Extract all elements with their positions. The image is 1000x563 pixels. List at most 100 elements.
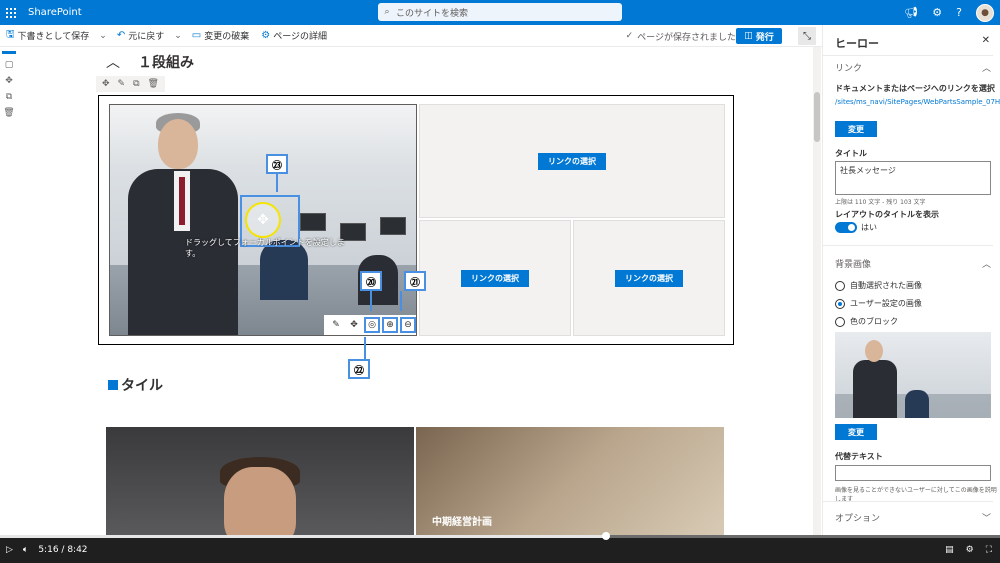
scrollbar-thumb[interactable] [814, 92, 820, 142]
tile-heading-text: タイル [121, 378, 163, 394]
undo-dropdown-chevron-icon[interactable]: ⌄ [170, 31, 186, 41]
save-draft-label: 下書きとして保存 [17, 32, 90, 42]
collapse-section-icon[interactable]: ︿ [106, 52, 120, 72]
background-image-preview [835, 332, 991, 418]
section-header: ︿ １段組み [106, 52, 194, 72]
video-time: 5:16 / 8:42 [38, 545, 88, 555]
callout-21: ㉑ [404, 271, 426, 291]
title-char-hint: 上限は 110 文字 - 残り 103 文字 [835, 199, 926, 206]
active-indicator [2, 51, 16, 54]
video-control-bar: ▷ 🔈︎ 5:16 / 8:42 ▤ ⚙ ⛶ [0, 532, 1000, 563]
property-pane: ヒーロー ✕ リンク ︿ ドキュメントまたはページへのリンクを選択 /sites… [822, 25, 1000, 537]
volume-icon[interactable]: 🔈︎ [23, 545, 28, 555]
search-placeholder: このサイトを検索 [396, 8, 469, 19]
save-status-text: ページが保存されました [637, 32, 736, 43]
captions-icon[interactable]: ▤ [945, 545, 954, 555]
background-section-header[interactable]: 背景画像 ︿ [835, 257, 991, 270]
undo-button[interactable]: ↶ 元に戻す [111, 29, 170, 42]
hero-tile-3: リンクの選択 [573, 220, 725, 336]
focal-point-icon[interactable]: ◎ [364, 317, 380, 333]
options-section-header[interactable]: オプション ﹀ [835, 511, 991, 524]
edit-icon[interactable]: ✎ [328, 317, 344, 333]
play-icon[interactable]: ▷ [6, 545, 13, 555]
search-box[interactable]: ⌕ このサイトを検索 [378, 3, 622, 21]
vertical-scrollbar[interactable] [813, 47, 821, 537]
change-link-button[interactable]: 変更 [835, 121, 877, 137]
search-icon: ⌕ [384, 7, 390, 17]
video-progress-knob[interactable] [602, 532, 610, 540]
gear-icon: ⚙ [261, 30, 271, 41]
trash-icon[interactable]: 🗑︎ [148, 79, 159, 89]
radio-button[interactable] [835, 280, 845, 291]
publish-icon: ◫ [744, 31, 753, 41]
select-link-button[interactable]: リンクの選択 [615, 269, 683, 287]
save-draft-button[interactable]: 🖫︎ 下書きとして保存 [0, 27, 95, 44]
video-current-time: 5:16 [38, 545, 59, 555]
link-label: ドキュメントまたはページへのリンクを選択 [835, 84, 995, 93]
help-icon[interactable]: ? [956, 6, 962, 19]
radio-custom-image[interactable]: ユーザー設定の画像 [835, 298, 922, 309]
video-total-time: 8:42 [67, 545, 88, 555]
move-icon[interactable]: ✥ [102, 79, 110, 89]
close-icon[interactable]: ✕ [982, 35, 990, 46]
radio-button[interactable] [835, 316, 845, 327]
trash-icon[interactable]: 🗑︎ [3, 108, 14, 118]
zoom-out-icon[interactable]: ⊖ [400, 317, 416, 333]
command-bar: 🖫︎ 下書きとして保存 ⌄ ↶ 元に戻す ⌄ ▭ 変更の破棄 ⚙ ページの詳細 … [0, 25, 822, 47]
discard-label: 変更の破棄 [204, 32, 250, 42]
undo-icon: ↶ [116, 30, 126, 41]
title-label: タイトル [835, 149, 867, 158]
tile-image-plan[interactable]: 中期経営計画 [416, 427, 724, 537]
tile-image-portrait[interactable] [106, 427, 414, 537]
duplicate-icon[interactable]: ⧉ [133, 79, 139, 89]
select-link-button[interactable]: リンクの選択 [538, 152, 606, 170]
edit-icon[interactable]: ✎ [118, 79, 126, 89]
discard-changes-button[interactable]: ▭ 変更の破棄 [186, 29, 255, 42]
layout-title-toggle[interactable]: はい [835, 222, 877, 233]
hero-tile-1: リンクの選択 [419, 104, 725, 218]
left-toolbar: ▢ ✥ ⧉ 🗑︎ [0, 47, 18, 537]
page-details-label: ページの詳細 [273, 32, 328, 42]
title-input[interactable]: 社長メッセージ [835, 161, 991, 195]
select-link-button[interactable]: リンクの選択 [461, 269, 529, 287]
comment-icon[interactable]: ▢ [5, 60, 14, 70]
heading-bullet-icon [108, 380, 118, 390]
megaphone-icon[interactable]: 📢︎ [904, 6, 918, 19]
collapse-pane-icon[interactable]: ⤡ [798, 27, 816, 45]
undo-label: 元に戻す [128, 32, 165, 42]
checkmark-icon: ✓ [625, 31, 634, 41]
chevron-down-icon: ﹀ [981, 514, 991, 524]
pane-title: ヒーロー [835, 37, 879, 50]
image-toolbar: ✎ ✥ ◎ ⊕ ⊖ [324, 315, 416, 335]
chevron-up-icon: ︿ [981, 64, 991, 74]
fullscreen-icon[interactable]: ⛶ [986, 545, 992, 555]
move-icon[interactable]: ✥ [346, 317, 362, 333]
radio-color-block[interactable]: 色のブロック [835, 316, 898, 327]
tile-section-heading: タイル [108, 375, 163, 395]
video-progress-bar[interactable] [0, 532, 1000, 540]
duplicate-icon[interactable]: ⧉ [6, 92, 12, 102]
layout-title-label: レイアウトのタイトルを表示 [835, 210, 939, 219]
tile-caption: 中期経営計画 [432, 517, 492, 528]
zoom-in-icon[interactable]: ⊕ [382, 317, 398, 333]
alt-text-input[interactable] [835, 465, 991, 481]
radio-auto-image[interactable]: 自動選択された画像 [835, 280, 922, 291]
link-url[interactable]: /sites/ms_navi/SitePages/WebPartsSample_… [835, 97, 1000, 107]
app-launcher-icon[interactable] [0, 0, 22, 25]
link-section-header[interactable]: リンク ︿ [835, 61, 991, 74]
settings-icon[interactable]: ⚙ [966, 545, 974, 555]
callout-20: ⑳ [360, 271, 382, 291]
move-icon[interactable]: ✥ [5, 76, 13, 86]
gear-icon[interactable]: ⚙ [932, 6, 942, 19]
save-dropdown-chevron-icon[interactable]: ⌄ [95, 31, 111, 41]
change-image-button[interactable]: 変更 [835, 424, 877, 440]
page-canvas: ︿ １段組み ✥ ✎ ⧉ 🗑︎ ✥ ドラッグしてフォーカルポイントを設定します。 [18, 47, 812, 537]
hero-webpart[interactable]: ✥ ドラッグしてフォーカルポイントを設定します。 ✎ ✥ ◎ ⊕ ⊖ リンクの選… [98, 95, 734, 345]
focal-point-handle-icon[interactable]: ✥ [245, 202, 281, 238]
page-details-button[interactable]: ⚙ ページの詳細 [255, 29, 333, 42]
radio-button[interactable] [835, 298, 845, 309]
avatar[interactable]: ● [976, 3, 994, 22]
publish-button[interactable]: ◫ 発行 [736, 28, 782, 44]
app-name[interactable]: SharePoint [28, 7, 82, 18]
toggle-switch[interactable] [835, 222, 857, 233]
